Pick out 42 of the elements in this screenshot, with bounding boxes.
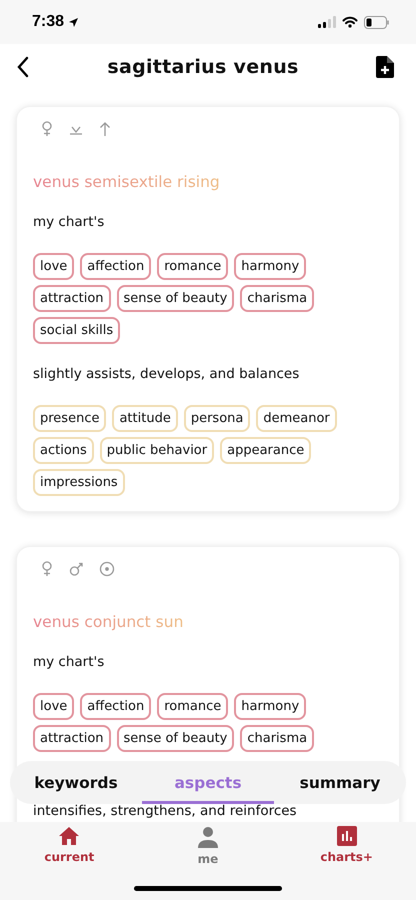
location-icon	[68, 16, 80, 28]
keyword-tag: public behavior	[100, 437, 214, 464]
battery-icon	[364, 16, 390, 28]
bar-chart-icon	[336, 826, 357, 846]
tab-bar-item[interactable]: current	[44, 826, 94, 866]
keyword-tag: attraction	[33, 285, 111, 312]
keyword-tag: impressions	[33, 469, 125, 496]
segment-tab[interactable]: summary	[274, 761, 406, 804]
page-title: sagittarius venus	[107, 56, 299, 78]
section-label: intensifies, strengthens, and reinforces	[33, 804, 298, 819]
aspect-title: venus semisextile rising	[33, 173, 220, 191]
section-label: slightly assists, develops, and balances	[33, 367, 300, 382]
add-file-button[interactable]	[376, 56, 394, 78]
arrow-up-icon	[99, 121, 111, 137]
keyword-tag: demeanor	[256, 405, 337, 432]
keyword-tag: persona	[184, 405, 250, 432]
person-icon	[198, 826, 218, 848]
wifi-icon	[342, 16, 358, 28]
keyword-tag: romance	[157, 253, 228, 280]
back-icon	[16, 56, 30, 78]
keyword-tag: appearance	[220, 437, 312, 464]
file-plus-icon	[376, 56, 394, 78]
tab-bar-item[interactable]: charts+	[320, 826, 373, 866]
keyword-tag: presence	[33, 405, 106, 432]
segment-tab[interactable]: aspects	[142, 761, 274, 804]
section-label: my chart's	[33, 655, 106, 670]
keyword-tag: sense of beauty	[116, 285, 234, 312]
keyword-tag: actions	[33, 437, 94, 464]
tab-bar-item[interactable]: me	[198, 826, 218, 866]
keyword-tag: affection	[80, 253, 152, 280]
home-icon	[58, 826, 80, 846]
back-button[interactable]	[16, 56, 30, 78]
venus-icon	[41, 121, 53, 137]
status-time: 7:38	[32, 13, 64, 31]
keyword-tag: attitude	[112, 405, 178, 432]
keyword-tag: harmony	[234, 253, 306, 280]
section-label: my chart's	[33, 215, 106, 230]
keyword-tag: social skills	[33, 317, 120, 344]
segment-tab[interactable]: keywords	[10, 761, 142, 804]
keyword-tag: charisma	[240, 285, 314, 312]
signal-icon	[318, 16, 336, 28]
keyword-tag: love	[33, 253, 74, 280]
